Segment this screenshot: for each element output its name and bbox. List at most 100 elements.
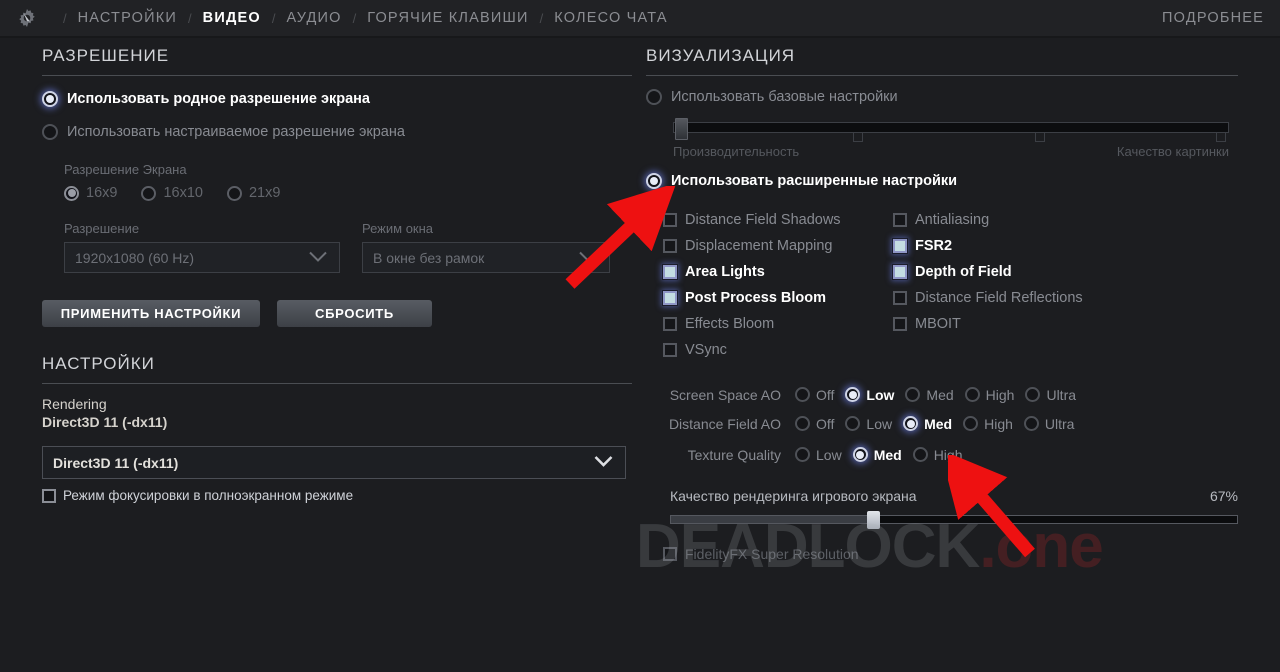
option-label: Off [816,415,835,432]
option-texture-med[interactable]: Med [852,446,902,463]
resolution-dropdown-group: Разрешение 1920x1080 (60 Hz) [64,221,340,273]
window-mode-label: Режим окна [362,221,434,236]
apply-settings-button[interactable]: ПРИМЕНИТЬ НАСТРОЙКИ [42,300,260,327]
checkbox-label: Antialiasing [915,212,990,228]
checkbox-distance-field-shadows[interactable]: Distance Field Shadows [663,207,893,233]
aspect-option-16x9[interactable]: 16x9 [64,185,117,201]
gear-icon[interactable] [0,0,54,36]
checkbox-indicator [663,547,677,561]
option-dfao-high[interactable]: High [963,416,1013,432]
option-label: Med [926,386,954,403]
radio-indicator [912,447,928,462]
radio-label: 16x10 [163,185,203,201]
reset-button[interactable]: СБРОСИТЬ [277,300,432,327]
slider-track [673,122,1229,133]
checkbox-displacement-mapping[interactable]: Displacement Mapping [663,233,893,259]
option-dfao-low[interactable]: Low [845,416,892,432]
checkbox-label: FSR2 [915,238,953,254]
radio-indicator [852,447,868,462]
checkbox-fidelityfx-super-resolution[interactable]: FidelityFX Super Resolution [663,546,1238,562]
radio-custom-resolution[interactable]: Использовать настраиваемое разрешение эк… [42,124,632,140]
checkbox-indicator [892,264,908,280]
option-ssao-off[interactable]: Off [795,387,834,403]
checkbox-indicator [42,488,56,503]
radio-indicator [903,416,919,431]
row-label: Distance Field AO [668,415,781,432]
checkbox-effects-bloom[interactable]: Effects Bloom [663,311,893,337]
quality-preset-slider-group: Производительность Качество картинки [673,118,1229,159]
option-texture-high[interactable]: High [912,447,962,463]
checkbox-indicator [663,213,677,227]
tab-settings[interactable]: НАСТРОЙКИ [76,8,179,28]
checkbox-vsync[interactable]: VSync [663,337,893,363]
quality-preset-slider[interactable] [673,118,1229,142]
aspect-option-21x9[interactable]: 21x9 [226,185,281,201]
tab-chat-wheel[interactable]: КОЛЕСО ЧАТА [552,8,670,28]
focus-mode-label: Режим фокусировки в полноэкранном режиме [63,488,354,503]
radio-native-resolution[interactable]: Использовать родное разрешение экрана [42,91,632,107]
slider-tick [1035,133,1045,142]
checkbox-label: Depth of Field [915,264,1012,280]
radio-label: Использовать расширенные настройки [671,173,958,189]
graphics-api-dropdown[interactable]: Direct3D 11 (-dx11) [42,446,626,479]
slider-right-label: Качество картинки [1116,144,1229,159]
slider-handle[interactable] [675,118,688,140]
radio-label: 21x9 [248,185,281,201]
radio-label: Использовать базовые настройки [671,89,898,105]
checkbox-label: MBOIT [915,316,961,332]
slider-tick [1216,133,1226,142]
settings-screen: / НАСТРОЙКИ / ВИДЕО / АУДИО / ГОРЯЧИЕ КЛ… [0,0,1280,672]
tab-hotkeys[interactable]: ГОРЯЧИЕ КЛАВИШИ [365,8,530,28]
breadcrumb-separator: / [539,10,544,26]
window-mode-dropdown[interactable]: В окне без рамок [362,242,610,273]
checkbox-depth-of-field[interactable]: Depth of Field [892,259,1153,285]
breadcrumb-separator: / [188,10,192,26]
checkbox-indicator [662,290,678,306]
option-ssao-low[interactable]: Low [845,387,894,403]
checkbox-label: Effects Bloom [685,316,775,332]
option-ssao-high[interactable]: High [964,387,1014,403]
option-texture-low[interactable]: Low [795,447,842,463]
resolution-section-title: РАЗРЕШЕНИЕ [42,46,170,65]
slider-end-labels: Производительность Качество картинки [673,144,1229,159]
tab-video[interactable]: ВИДЕО [201,8,263,28]
radio-advanced-settings[interactable]: Использовать расширенные настройки [646,173,1238,189]
quality-radio-rows: Screen Space AO Off Low Med High Ultra D… [646,381,1238,470]
radio-indicator [964,387,980,402]
resolution-dropdown[interactable]: 1920x1080 (60 Hz) [64,242,340,273]
option-ssao-med[interactable]: Med [905,386,954,403]
radio-indicator [795,387,810,402]
radio-indicator [963,416,979,431]
checkbox-mboit[interactable]: MBOIT [893,311,1153,337]
render-scale-slider[interactable] [670,511,1238,529]
option-ssao-ultra[interactable]: Ultra [1025,387,1076,403]
slider-left-label: Производительность [673,144,800,159]
resolution-dropdown-label: Разрешение [64,221,140,236]
radio-basic-settings[interactable]: Использовать базовые настройки [646,89,1238,105]
breadcrumb-separator: / [352,10,357,26]
option-dfao-ultra[interactable]: Ultra [1023,416,1074,432]
radio-label: Использовать родное разрешение экрана [67,91,370,107]
chevron-down-icon [579,249,597,267]
tab-audio[interactable]: АУДИО [284,8,343,28]
radio-indicator [226,185,242,201]
checkbox-label: FidelityFX Super Resolution [685,546,859,562]
render-scale-group: Качество рендеринга игрового экрана 67% [670,488,1238,529]
checkbox-fsr2[interactable]: FSR2 [892,233,1153,259]
option-label: High [984,415,1013,432]
radio-indicator [646,173,662,189]
slider-handle[interactable] [867,511,880,529]
checkbox-distance-field-reflections[interactable]: Distance Field Reflections [893,285,1153,311]
more-details-button[interactable]: ПОДРОБНЕЕ [1160,8,1266,28]
option-dfao-off[interactable]: Off [795,416,834,432]
aspect-option-16x10[interactable]: 16x10 [141,185,203,201]
checkbox-column-left: Distance Field Shadows Displacement Mapp… [662,207,893,363]
checkbox-antialiasing[interactable]: Antialiasing [893,207,1153,233]
rendering-label: Rendering [42,396,107,412]
checkbox-label: Post Process Bloom [685,290,827,306]
option-dfao-med[interactable]: Med [903,416,952,432]
option-label: Med [873,446,902,463]
checkbox-area-lights[interactable]: Area Lights [662,259,893,285]
checkbox-post-process-bloom[interactable]: Post Process Bloom [662,285,893,311]
focus-mode-checkbox-row[interactable]: Режим фокусировки в полноэкранном режиме [42,488,632,503]
